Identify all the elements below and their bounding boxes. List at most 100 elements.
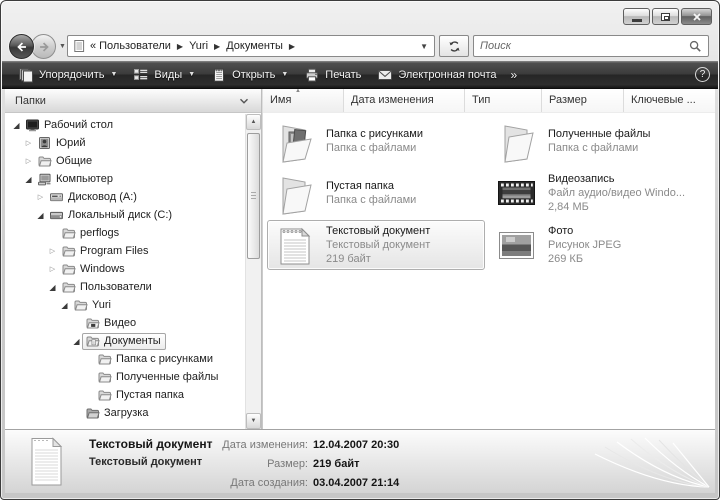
tree-item[interactable]: Папка с рисунками [5, 350, 244, 368]
tree-node[interactable]: Локальный диск (C:) [46, 207, 177, 224]
toolbar-overflow-button[interactable]: » [505, 68, 524, 82]
tree-node[interactable]: Видео [82, 315, 141, 332]
tree-item[interactable]: ▷Дисковод (A:) [5, 188, 244, 206]
tree-item[interactable]: perflogs [5, 224, 244, 242]
tree-expander-icon[interactable]: ▷ [35, 193, 46, 201]
breadcrumb-users[interactable]: Пользователи [98, 40, 172, 52]
tree-node[interactable]: Загрузка [82, 405, 153, 422]
address-dropdown-icon[interactable]: ▼ [420, 42, 430, 51]
file-tile[interactable]: Полученные файлыПапка с файлами [489, 116, 707, 166]
tree-node[interactable]: perflogs [58, 225, 124, 242]
user-icon [37, 136, 52, 150]
tree-item[interactable]: ◢Компьютер [5, 170, 244, 188]
tree-expander-icon[interactable]: ◢ [35, 211, 46, 220]
tree-item[interactable]: ◢Пользователи [5, 278, 244, 296]
tree-item[interactable]: ◢Рабочий стол [5, 116, 244, 134]
tree-expander-icon[interactable]: ◢ [11, 121, 22, 130]
email-button[interactable]: Электронная почта [369, 64, 504, 86]
file-tile[interactable]: Пустая папкаПапка с файлами [267, 168, 485, 218]
tree-expander-icon[interactable]: ◢ [47, 283, 58, 292]
file-tile[interactable]: Папка с рисункамиПапка с файлами [267, 116, 485, 166]
tree-node[interactable]: Yuri [70, 297, 116, 314]
tree-item[interactable]: Загрузка [5, 404, 244, 422]
file-name: Видеозапись [548, 172, 685, 186]
breadcrumb-documents[interactable]: Документы [225, 40, 284, 52]
tree-expander-icon[interactable]: ◢ [59, 301, 70, 310]
tree-node[interactable]: Рабочий стол [22, 117, 118, 134]
recent-pages-dropdown[interactable]: ▼ [59, 43, 66, 50]
file-type: Файл аудио/видео Windo... [548, 186, 685, 200]
print-button[interactable]: Печать [296, 64, 369, 86]
tree-node[interactable]: Полученные файлы [94, 369, 223, 386]
tree-node[interactable]: Общие [34, 153, 97, 170]
views-button[interactable]: Виды ▼ [125, 64, 203, 86]
tree-node[interactable]: Пустая папка [94, 387, 189, 404]
address-bar[interactable]: « Пользователи ▶ Yuri ▶ Документы ▶ ▼ [67, 35, 435, 57]
tree-item[interactable]: ▷Program Files [5, 242, 244, 260]
tree-node[interactable]: Дисковод (A:) [46, 189, 142, 206]
tree-node[interactable]: Пользователи [58, 279, 157, 296]
scroll-down-button[interactable]: ▼ [246, 413, 261, 429]
tree-node[interactable]: Компьютер [34, 171, 118, 188]
breadcrumb-separator-icon[interactable]: ▶ [284, 42, 300, 51]
file-tile[interactable]: ФотоРисунок JPEG269 КБ [489, 220, 707, 270]
search-input[interactable] [474, 40, 688, 52]
breadcrumb-separator-icon[interactable]: ▶ [172, 42, 188, 51]
column-header-type[interactable]: Тип [465, 89, 542, 112]
tree-expander-icon[interactable]: ▷ [47, 247, 58, 255]
breadcrumb-separator-icon[interactable]: ▶ [209, 42, 225, 51]
tree-expander-icon[interactable]: ▷ [23, 139, 34, 147]
tree-expander-icon[interactable]: ◢ [71, 337, 82, 346]
restore-button[interactable] [652, 8, 679, 25]
column-header-name[interactable]: ▲ Имя [263, 89, 344, 112]
tree-item[interactable]: ▷Windows [5, 260, 244, 278]
close-button[interactable] [681, 8, 712, 25]
tree-item-label: Общие [56, 155, 92, 167]
column-header-keywords[interactable]: Ключевые ... [624, 89, 715, 112]
collapse-chevron-icon[interactable] [237, 94, 251, 108]
minimize-icon [632, 19, 642, 22]
file-name: Полученные файлы [548, 127, 650, 141]
column-header-date-modified[interactable]: Дата изменения [344, 89, 465, 112]
tree-item[interactable]: ◢Локальный диск (C:) [5, 206, 244, 224]
email-icon [377, 67, 393, 83]
refresh-button[interactable] [439, 35, 469, 57]
date-modified-value: 12.04.2007 20:30 [313, 439, 399, 451]
tree-item[interactable]: Видео [5, 314, 244, 332]
tree-item[interactable]: ◢Документы [5, 332, 244, 350]
folders-header[interactable]: Папки [5, 89, 261, 113]
open-button[interactable]: Открыть ▼ [203, 64, 296, 86]
tree-item[interactable]: ▷ Общие [5, 152, 244, 170]
file-name: Фото [548, 224, 621, 238]
tree-item[interactable]: ▷Юрий [5, 134, 244, 152]
folder-tree: ◢Рабочий стол▷Юрий▷Общие◢Компьютер▷Диско… [5, 114, 244, 429]
tree-item[interactable]: Пустая папка [5, 386, 244, 404]
tree-node[interactable]: Windows [58, 261, 130, 278]
tree-node[interactable]: Юрий [34, 135, 91, 152]
column-header-size[interactable]: Размер [542, 89, 624, 112]
scrollbar-thumb[interactable] [247, 133, 260, 259]
tree-item-label: perflogs [80, 227, 119, 239]
file-tile[interactable]: Текстовый документТекстовый документ219 … [267, 220, 485, 270]
back-button[interactable] [9, 34, 34, 59]
search-icon[interactable] [688, 39, 703, 54]
tree-scrollbar[interactable]: ▲ ▼ [245, 114, 261, 429]
scroll-up-button[interactable]: ▲ [246, 114, 261, 130]
tree-item[interactable]: Полученные файлы [5, 368, 244, 386]
folder-open-icon [492, 117, 540, 165]
command-toolbar: Упорядочить ▼ Виды ▼ Открыть ▼ Печать Эл… [2, 61, 718, 89]
tree-node[interactable]: Папка с рисунками [94, 351, 218, 368]
tree-node[interactable]: Program Files [58, 243, 153, 260]
tree-node[interactable]: Документы [82, 333, 166, 350]
tree-item[interactable]: ◢Yuri [5, 296, 244, 314]
tree-expander-icon[interactable]: ◢ [23, 175, 34, 184]
file-tile[interactable]: ВидеозаписьФайл аудио/видео Windo...2,84… [489, 168, 707, 218]
help-button[interactable]: ? [695, 67, 710, 82]
tree-expander-icon[interactable]: ▷ [23, 157, 34, 165]
breadcrumb-yuri[interactable]: Yuri [188, 40, 209, 52]
organize-button[interactable]: Упорядочить ▼ [10, 64, 125, 86]
breadcrumb-overflow[interactable]: « [90, 40, 98, 52]
forward-button[interactable] [31, 34, 56, 59]
minimize-button[interactable] [623, 8, 650, 25]
tree-expander-icon[interactable]: ▷ [47, 265, 58, 273]
